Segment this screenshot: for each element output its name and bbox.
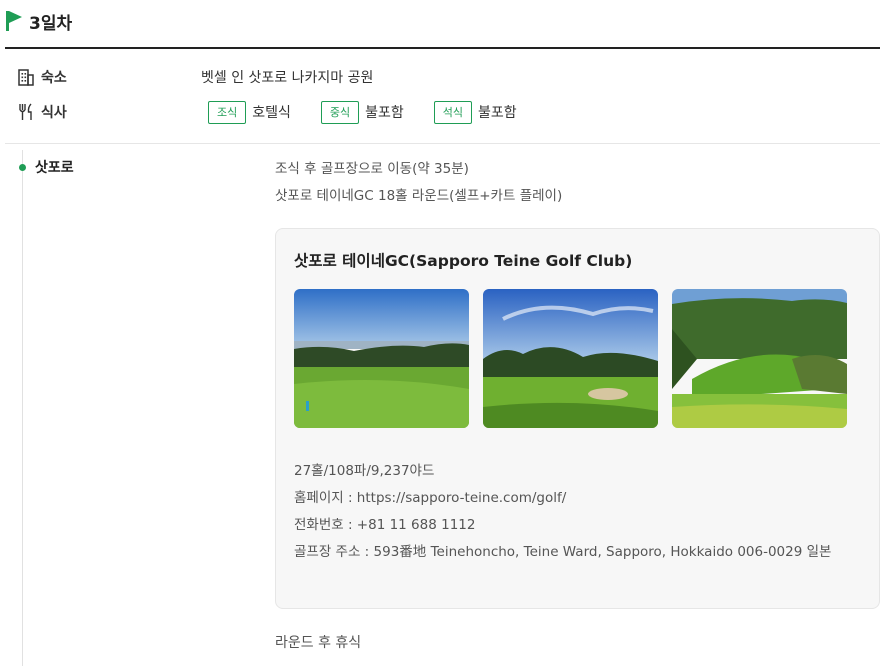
- day-header: 3일차: [5, 8, 72, 34]
- meal-tag-dinner: 석식: [433, 100, 473, 124]
- timeline-dot: [19, 164, 26, 171]
- meal-tag-lunch: 중식: [320, 100, 360, 124]
- meal-lunch: 중식 불포함: [320, 100, 404, 124]
- place-name: 삿포로: [35, 160, 74, 176]
- golf-club-address: 골프장 주소 : 593番地 Teinehoncho, Teine Ward, …: [294, 544, 832, 560]
- meal-dinner: 석식 불포함: [433, 100, 517, 124]
- golf-club-stats: 27홀/108파/9,237야드: [294, 463, 435, 479]
- meal-value-lunch: 불포함: [365, 105, 404, 121]
- building-icon: [17, 68, 35, 86]
- flag-icon: [5, 10, 23, 32]
- day-title: 3일차: [29, 13, 73, 34]
- meal-breakfast: 조식 호텔식: [208, 100, 291, 124]
- header-divider: [5, 47, 880, 49]
- golf-club-card: 삿포로 테이네GC(Sapporo Teine Golf Club) 27홀/1…: [275, 228, 880, 609]
- meals-row: 식사 조식 호텔식 중식 불포함 석식 불포함: [17, 99, 547, 125]
- accommodation-label: 숙소: [41, 70, 67, 86]
- after-round-note: 라운드 후 휴식: [275, 635, 362, 651]
- golf-club-homepage[interactable]: 홈페이지 : https://sapporo-teine.com/golf/: [294, 485, 864, 512]
- golf-club-title: 삿포로 테이네GC(Sapporo Teine Golf Club): [294, 252, 633, 270]
- golf-course-photo-1[interactable]: [294, 289, 469, 428]
- schedule-description-2: 삿포로 테이네GC 18홀 라운드(셀프+카트 플레이): [275, 188, 563, 204]
- section-divider: [5, 143, 880, 144]
- golf-course-photo-3[interactable]: [672, 289, 847, 428]
- meal-value-dinner: 불포함: [478, 105, 517, 121]
- meal-list: 조식 호텔식 중식 불포함 석식 불포함: [208, 100, 547, 124]
- accommodation-value: 벳셀 인 삿포로 나카지마 공원: [201, 70, 374, 86]
- schedule-description-1: 조식 후 골프장으로 이동(약 35분): [275, 161, 469, 177]
- meals-label: 식사: [41, 105, 67, 121]
- golf-club-phone: 전화번호 : +81 11 688 1112: [294, 517, 476, 533]
- accommodation-row: 숙소 벳셀 인 삿포로 나카지마 공원: [17, 64, 373, 90]
- utensils-icon: [17, 103, 35, 121]
- golf-course-photo-2[interactable]: [483, 289, 658, 428]
- meal-tag-breakfast: 조식: [208, 100, 247, 124]
- timeline-line: [22, 150, 23, 666]
- meal-value-breakfast: 호텔식: [252, 105, 291, 121]
